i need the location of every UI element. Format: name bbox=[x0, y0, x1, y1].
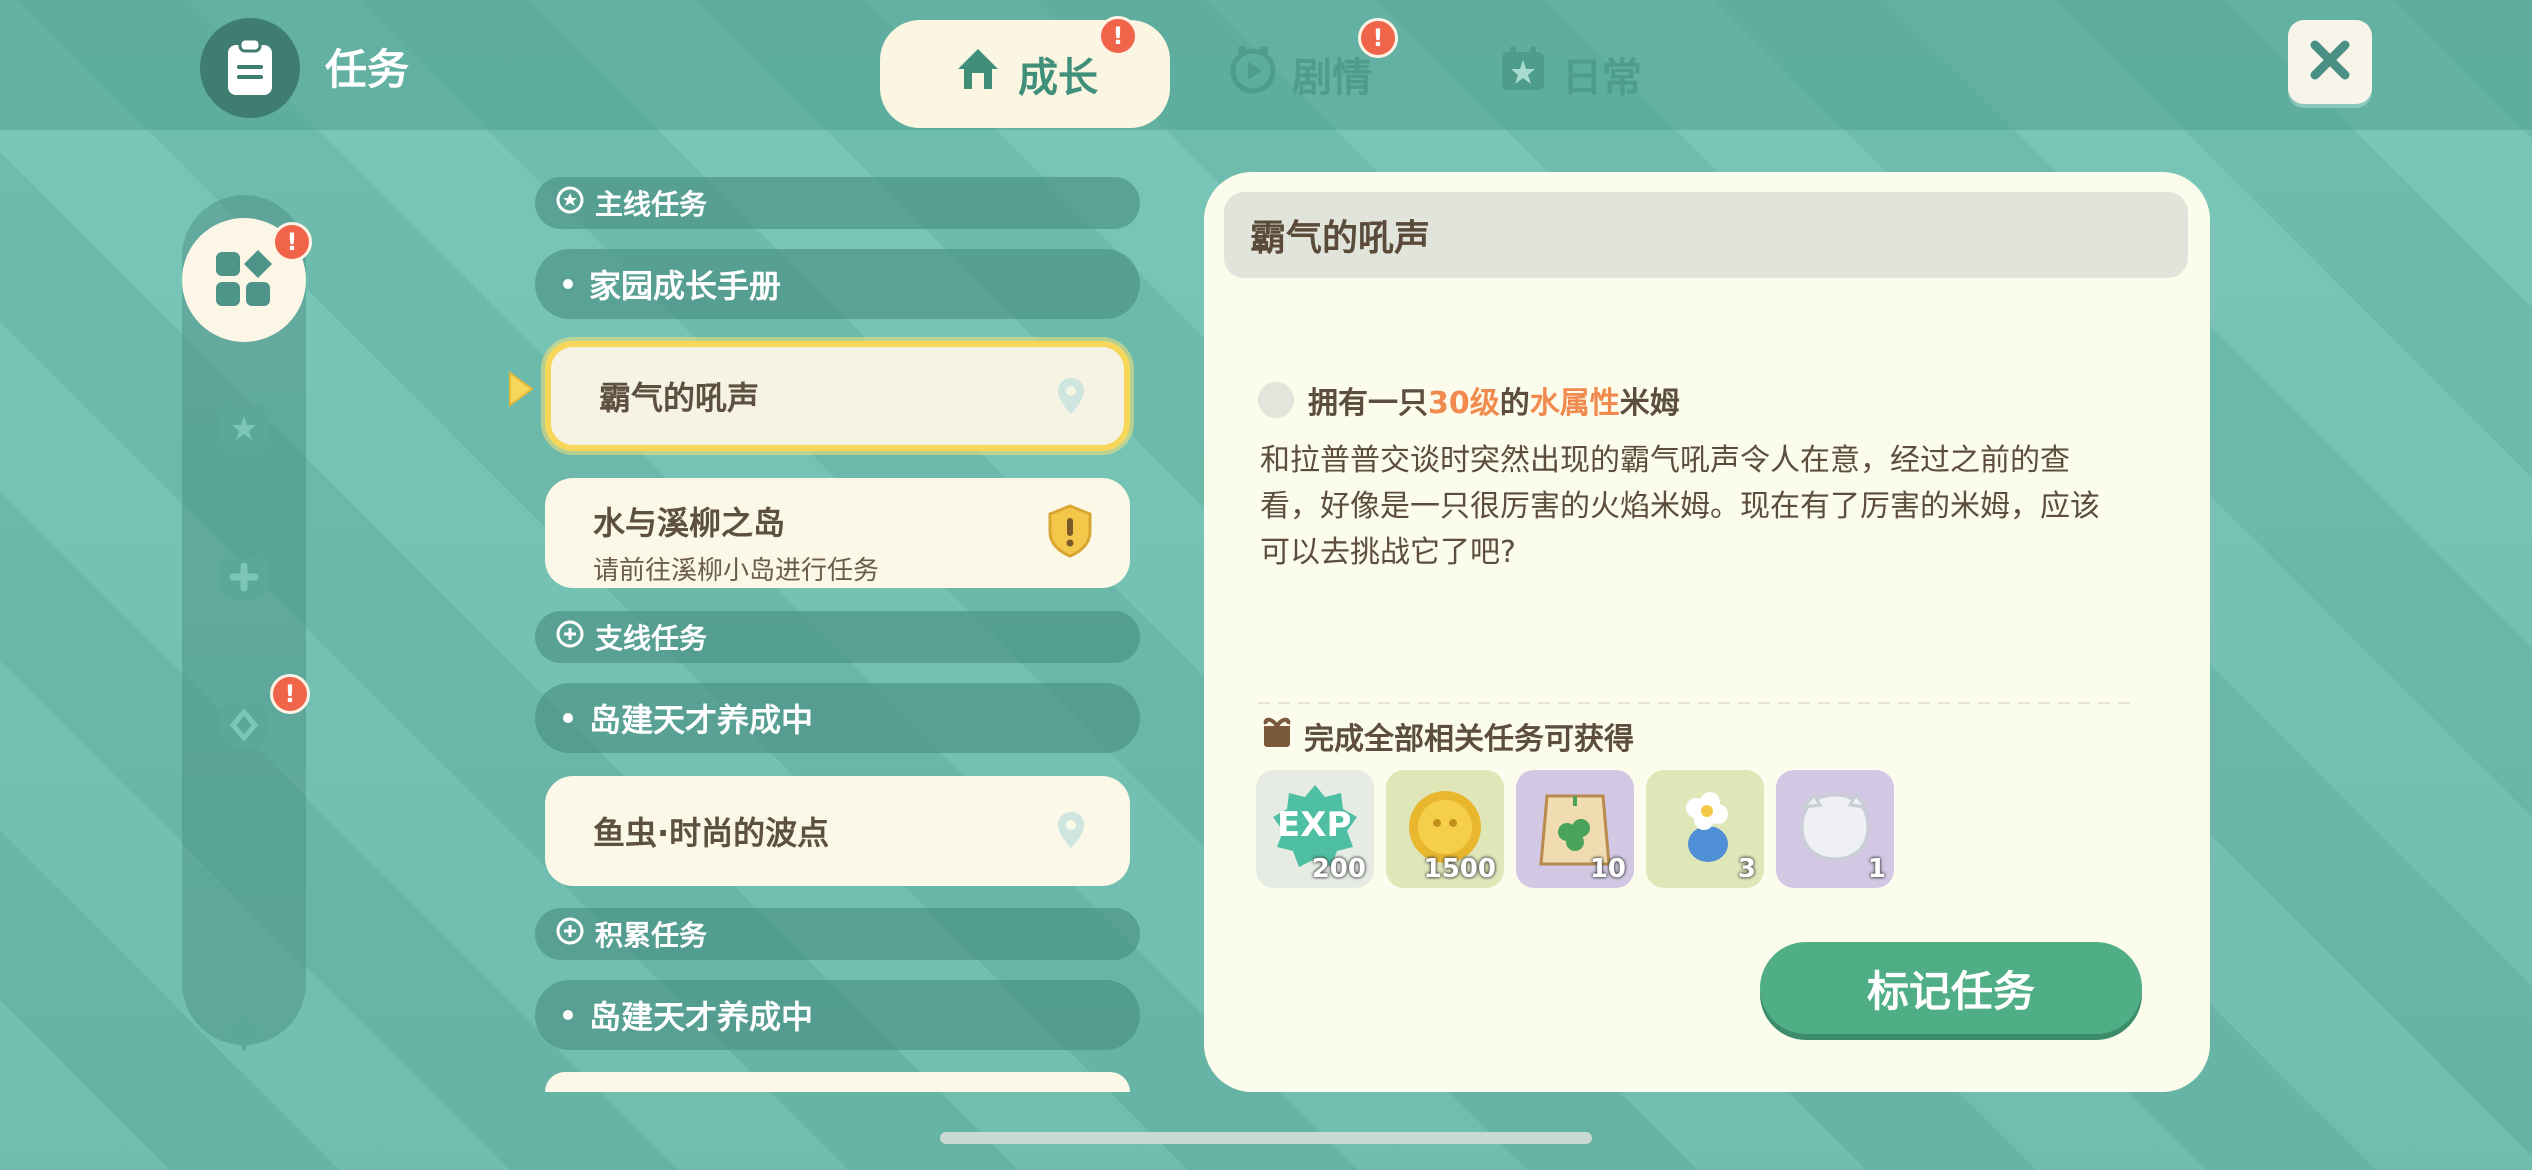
bullet-icon bbox=[563, 1010, 573, 1020]
leaf-badge-icon bbox=[214, 692, 274, 756]
flower-potion-icon bbox=[1660, 782, 1750, 876]
reward-exp[interactable]: EXP 200 bbox=[1256, 770, 1374, 888]
tab-story-badge: ! bbox=[1358, 18, 1398, 58]
home-indicator[interactable] bbox=[940, 1132, 1592, 1144]
reward-qty: 200 bbox=[1311, 854, 1366, 884]
rail-item-all-badge: ! bbox=[272, 222, 312, 262]
condition-level: 30级 bbox=[1428, 386, 1500, 421]
close-button[interactable] bbox=[2288, 20, 2372, 104]
rail-item-plus[interactable] bbox=[182, 514, 306, 638]
condition-checkbox bbox=[1258, 382, 1294, 418]
quest-item-label: 鱼虫·时尚的波点 bbox=[593, 814, 830, 852]
reward-qty: 3 bbox=[1737, 854, 1756, 884]
condition-prefix: 拥有一只 bbox=[1308, 386, 1428, 421]
close-icon bbox=[2307, 37, 2353, 87]
tab-daily[interactable]: 日常 bbox=[1470, 20, 1670, 128]
selection-arrow-icon bbox=[508, 371, 534, 411]
rail-item-star[interactable] bbox=[182, 366, 306, 490]
quest-detail-title: 霸气的吼声 bbox=[1224, 192, 2188, 278]
rail-item-leaf-badge: ! bbox=[270, 674, 310, 714]
tab-daily-label: 日常 bbox=[1562, 55, 1642, 101]
quest-item-water-island[interactable]: 水与溪柳之岛 请前往溪柳小岛进行任务 bbox=[545, 478, 1130, 588]
quest-description: 和拉普普交谈时突然出现的霸气吼声令人在意，经过之前的查看，好像是一只很厉害的火焰… bbox=[1260, 443, 2100, 570]
reward-section-title: 完成全部相关任务可获得 bbox=[1260, 714, 1634, 758]
condition-mid: 的 bbox=[1499, 386, 1530, 421]
divider bbox=[1258, 702, 2138, 704]
page-title: 任务 bbox=[325, 45, 410, 94]
section-main-label: 主线任务 bbox=[595, 188, 708, 221]
reward-cap[interactable]: 1 bbox=[1776, 770, 1894, 888]
quest-item-island-builder[interactable]: 岛建天才养成中 bbox=[535, 683, 1140, 753]
tab-story-label: 剧情 bbox=[1292, 55, 1372, 101]
reward-seed[interactable]: 10 bbox=[1516, 770, 1634, 888]
reward-qty: 1 bbox=[1867, 854, 1886, 884]
section-accum-quests: 积累任务 bbox=[535, 908, 1140, 960]
reward-qty: 10 bbox=[1589, 854, 1626, 884]
bubble-cap-icon bbox=[1790, 787, 1880, 871]
quest-item-partial bbox=[545, 1072, 1130, 1092]
reward-flower[interactable]: 3 bbox=[1646, 770, 1764, 888]
reward-gold[interactable]: 1500 bbox=[1386, 770, 1504, 888]
reward-qty: 1500 bbox=[1423, 854, 1496, 884]
bullet-icon bbox=[563, 713, 573, 723]
gift-icon bbox=[1260, 716, 1294, 756]
condition-attr: 水属性 bbox=[1529, 386, 1620, 421]
section-side-quests: 支线任务 bbox=[535, 611, 1140, 663]
quest-item-label: 霸气的吼声 bbox=[599, 379, 760, 417]
reward-title-label: 完成全部相关任务可获得 bbox=[1304, 722, 1634, 757]
house-icon bbox=[952, 43, 1004, 105]
bullet-icon bbox=[563, 279, 573, 289]
location-pin-icon bbox=[1056, 376, 1086, 420]
location-pin-icon bbox=[1056, 810, 1086, 854]
exp-label: EXP bbox=[1277, 805, 1352, 845]
star-badge-icon bbox=[214, 396, 274, 460]
section-side-label: 支线任务 bbox=[595, 622, 708, 655]
section-accum-label: 积累任务 bbox=[595, 919, 708, 952]
play-clock-icon bbox=[1228, 44, 1278, 104]
condition-suffix: 米姆 bbox=[1619, 386, 1680, 421]
quest-item-fish-bug[interactable]: 鱼虫·时尚的波点 bbox=[545, 776, 1130, 886]
quest-item-label: 岛建天才养成中 bbox=[589, 701, 814, 739]
section-main-quests: 主线任务 bbox=[535, 177, 1140, 229]
quest-section-icon bbox=[555, 619, 585, 656]
grid-icon bbox=[214, 248, 274, 312]
quest-item-home-growth[interactable]: 家园成长手册 bbox=[535, 249, 1140, 319]
quest-condition: 拥有一只30级的水属性米姆 bbox=[1258, 378, 1680, 422]
quest-item-island-builder-2[interactable]: 岛建天才养成中 bbox=[535, 980, 1140, 1050]
quest-section-icon bbox=[555, 185, 585, 222]
rail-end-ornament-icon bbox=[222, 1010, 266, 1054]
task-clipboard-icon bbox=[200, 18, 300, 118]
quest-item-selected[interactable]: 霸气的吼声 bbox=[545, 341, 1130, 451]
quest-item-label: 岛建天才养成中 bbox=[589, 998, 814, 1036]
quest-section-icon bbox=[555, 916, 585, 953]
tab-growth-badge: ! bbox=[1098, 16, 1138, 56]
quest-item-label: 家园成长手册 bbox=[589, 267, 782, 305]
calendar-star-icon bbox=[1498, 44, 1548, 104]
mark-quest-button[interactable]: 标记任务 bbox=[1760, 942, 2142, 1034]
alert-shield-icon bbox=[1046, 504, 1094, 558]
plus-badge-icon bbox=[214, 544, 274, 608]
tab-growth-label: 成长 bbox=[1018, 55, 1098, 101]
